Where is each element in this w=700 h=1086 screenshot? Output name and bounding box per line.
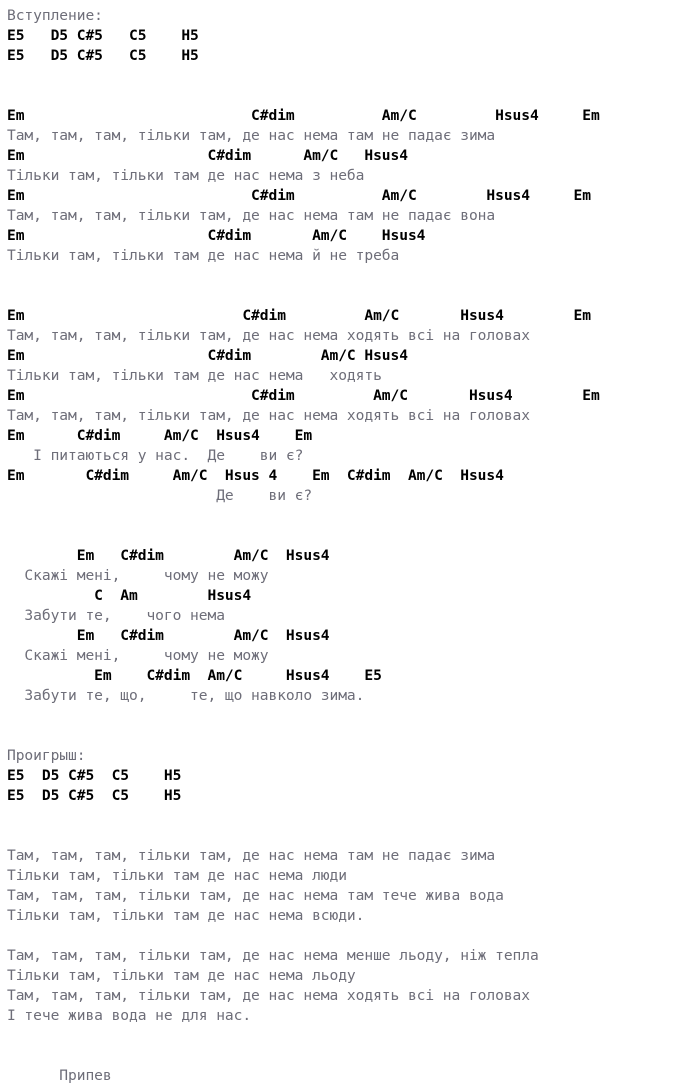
chord-line: E5 D5 C#5 C5 H5 [7, 787, 182, 804]
lyric-line: Там, там, там, тільки там, де нас нема т… [7, 207, 496, 224]
chord-line: Em C#dim Am/C Hsus4 Em [7, 387, 600, 404]
lyric-line: Там, там, там, тільки там, де нас нема т… [7, 127, 496, 144]
chord-line: E5 D5 C#5 C5 H5 [7, 47, 199, 64]
chord-line: Em C#dim Am/C Hsus4 [7, 347, 408, 364]
lyric-line: Тільки там, тільки там де нас нема й не … [7, 247, 400, 264]
section-heading: Припев [7, 1067, 112, 1084]
chord-line: Em C#dim Am/C Hsus 4 Em C#dim Am/C Hsus4 [7, 467, 504, 484]
lyric-line: Там, там, там, тільки там, де нас нема м… [7, 947, 539, 964]
lyric-line: Тільки там, тільки там де нас нема люди [7, 867, 347, 884]
chord-line: Em C#dim Am/C Hsus4 Em [7, 107, 600, 124]
chord-line: Em C#dim Am/C Hsus4 Em [7, 427, 313, 444]
lyric-line: Там, там, там, тільки там, де нас нема т… [7, 847, 496, 864]
chord-line: Em C#dim Am/C Hsus4 [7, 147, 408, 164]
lyric-line: Де ви є? [7, 487, 313, 504]
chord-line: Em C#dim Am/C Hsus4 E5 [7, 667, 382, 684]
section-heading: Вступление: [7, 7, 103, 24]
chord-line: E5 D5 C#5 C5 H5 [7, 767, 182, 784]
chord-line: Em C#dim Am/C Hsus4 [7, 227, 426, 244]
lyric-line: Скажі мені, чому не можу [7, 647, 269, 664]
chord-line: E5 D5 C#5 C5 H5 [7, 27, 199, 44]
lyric-line: Там, там, там, тільки там, де нас нема х… [7, 327, 530, 344]
section-heading: Проигрыш: [7, 747, 86, 764]
lyric-line: Скажі мені, чому не можу [7, 567, 269, 584]
lyric-line: І тече жива вода не для нас. [7, 1007, 252, 1024]
lyric-line: Тільки там, тільки там де нас нема всюди… [7, 907, 365, 924]
chord-line: Em C#dim Am/C Hsus4 [7, 627, 330, 644]
lyric-line: Тільки там, тільки там де нас нема з неб… [7, 167, 365, 184]
lyric-line: Забути те, чого нема [7, 607, 225, 624]
lyric-line: Там, там, там, тільки там, де нас нема т… [7, 887, 504, 904]
chord-line: Em C#dim Am/C Hsus4 Em [7, 307, 591, 324]
chord-sheet: Вступление: E5 D5 C#5 C5 H5 E5 D5 C#5 C5 H… [0, 0, 700, 1086]
lyric-line: Забути те, що, те, що навколо зима. [7, 687, 365, 704]
lyric-line: Там, там, там, тільки там, де нас нема х… [7, 407, 530, 424]
lyric-line: Тільки там, тільки там де нас нема ходят… [7, 367, 382, 384]
lyric-line: Тільки там, тільки там де нас нема льоду [7, 967, 356, 984]
chord-line: Em C#dim Am/C Hsus4 Em [7, 187, 591, 204]
lyric-line: І питаються у нас. Де ви є? [7, 447, 304, 464]
lyric-line: Там, там, там, тільки там, де нас нема х… [7, 987, 530, 1004]
chord-line: Em C#dim Am/C Hsus4 [7, 547, 330, 564]
chord-line: C Am Hsus4 [7, 587, 252, 604]
